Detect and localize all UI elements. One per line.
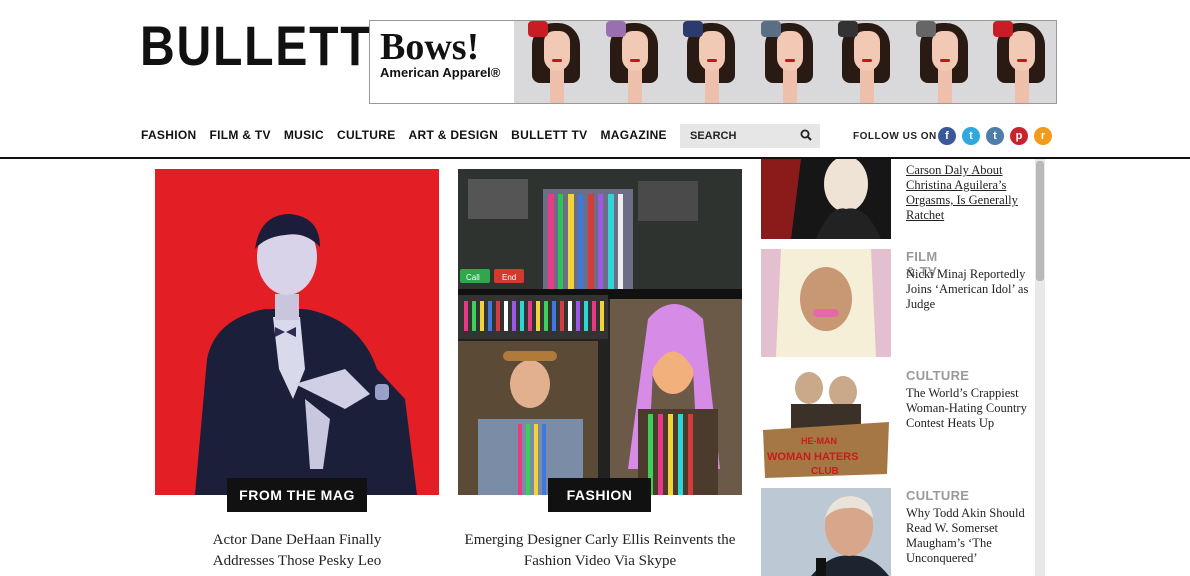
nav-item-art-design[interactable]: ART & DESIGN	[409, 128, 499, 142]
ad-model-photo	[514, 21, 592, 103]
site-logo[interactable]: BULLETT	[140, 14, 371, 78]
main-nav: FASHION FILM & TV MUSIC CULTURE ART & DE…	[141, 128, 667, 142]
svg-text:HE-MAN: HE-MAN	[801, 436, 837, 446]
nav-item-culture[interactable]: CULTURE	[337, 128, 396, 142]
nav-item-fashion[interactable]: FASHION	[141, 128, 196, 142]
scrollbar-thumb[interactable]	[1036, 161, 1044, 281]
feature-image-dane-dehaan[interactable]	[155, 169, 439, 495]
site-header: BULLETT Bows! American Apparel® FASHION …	[0, 0, 1190, 160]
sidebar-title[interactable]: Carson Daly About Christina Aguilera’s O…	[906, 163, 1034, 223]
sidebar-thumbnail[interactable]	[761, 488, 891, 576]
feature-headline[interactable]: Actor Dane DeHaan Finally Addresses Thos…	[182, 530, 412, 572]
banner-ad[interactable]: Bows! American Apparel®	[369, 20, 1057, 104]
ad-subtitle: American Apparel®	[380, 65, 501, 80]
sidebar-title[interactable]: The World’s Crappiest Woman-Hating Count…	[906, 386, 1034, 431]
svg-text:WOMAN HATERS: WOMAN HATERS	[767, 451, 858, 463]
ad-model-photo	[979, 21, 1056, 103]
ad-model-strip	[514, 21, 1056, 103]
rss-icon[interactable]: r	[1034, 127, 1052, 145]
svg-text:CLUB: CLUB	[811, 466, 839, 477]
nav-item-film-tv[interactable]: FILM & TV	[209, 128, 270, 142]
sidebar-category[interactable]: CULTURE	[906, 488, 969, 503]
nav-item-music[interactable]: MUSIC	[284, 128, 324, 142]
ad-model-photo	[902, 21, 980, 103]
ad-model-photo	[824, 21, 902, 103]
feature-image-carly-ellis[interactable]: Call End	[458, 169, 742, 495]
twitter-icon[interactable]: t	[962, 127, 980, 145]
end-button-label: End	[502, 273, 516, 282]
ad-copy: Bows! American Apparel®	[370, 21, 514, 103]
search-box	[680, 124, 820, 148]
call-button-label: Call	[466, 273, 480, 282]
ad-title: Bows!	[380, 26, 480, 68]
sidebar-scrollbar[interactable]	[1035, 159, 1045, 576]
header-divider	[0, 157, 1190, 159]
follow-label: FOLLOW US ON	[853, 131, 937, 142]
feature-headline[interactable]: Emerging Designer Carly Ellis Reinvents …	[460, 530, 740, 572]
ad-model-photo	[747, 21, 825, 103]
sidebar-title[interactable]: Why Todd Akin Should Read W. Somerset Ma…	[906, 506, 1034, 566]
feature-tag-from-the-mag[interactable]: FROM THE MAG	[227, 478, 367, 512]
facebook-icon[interactable]: f	[938, 127, 956, 145]
ad-model-photo	[669, 21, 747, 103]
search-input[interactable]	[688, 129, 798, 143]
nav-item-magazine[interactable]: MAGAZINE	[600, 128, 666, 142]
sidebar-category[interactable]: CULTURE	[906, 368, 969, 383]
sidebar-title[interactable]: Nicki Minaj Reportedly Joins ‘American I…	[906, 267, 1034, 312]
sidebar-thumbnail[interactable]	[761, 159, 891, 239]
tumblr-icon[interactable]: t	[986, 127, 1004, 145]
search-icon[interactable]	[800, 129, 812, 141]
pinterest-icon[interactable]: p	[1010, 127, 1028, 145]
social-links: f t t p r	[938, 127, 1052, 145]
nav-item-bullett-tv[interactable]: BULLETT TV	[511, 128, 587, 142]
ad-model-photo	[592, 21, 670, 103]
sidebar-thumbnail[interactable]: HE-MAN WOMAN HATERS CLUB	[761, 366, 891, 480]
feature-tag-fashion[interactable]: FASHION	[548, 478, 651, 512]
sidebar-thumbnail[interactable]	[761, 249, 891, 357]
